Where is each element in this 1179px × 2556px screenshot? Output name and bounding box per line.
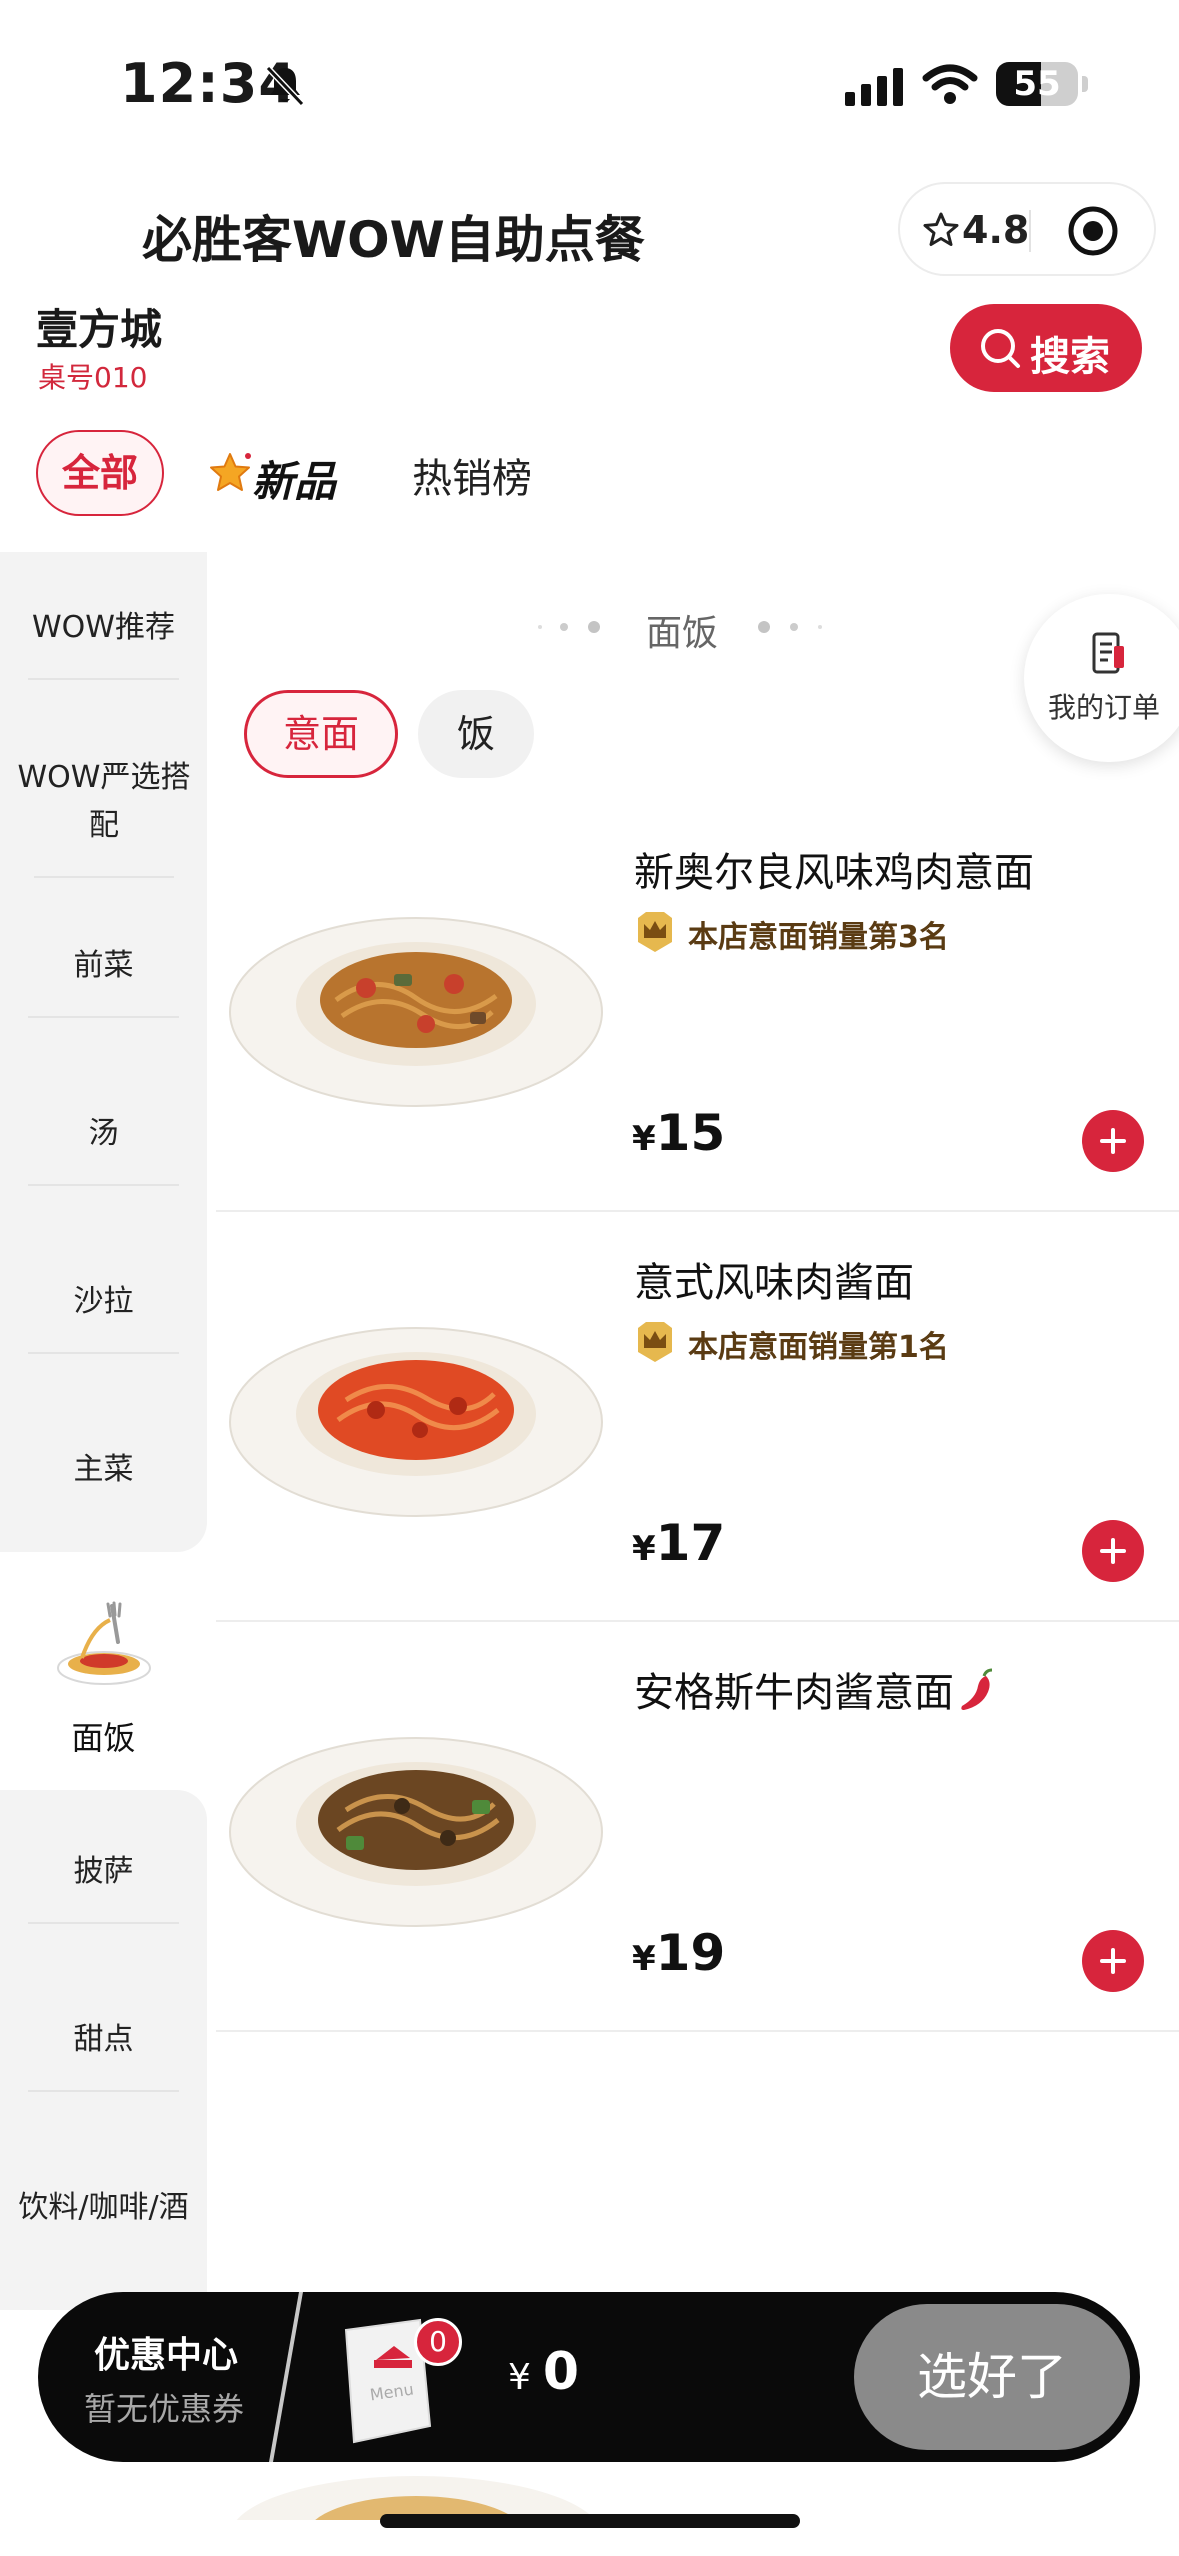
coupon-status: 暂无优惠券: [84, 2390, 245, 2428]
subcategory-chip-pasta[interactable]: 意面: [244, 690, 398, 778]
product-name: 新奥尔良风味鸡肉意面: [634, 850, 1034, 896]
cellular-signal-icon: [845, 68, 903, 106]
product-price: ¥17: [632, 1514, 725, 1572]
cart-total: ¥0: [508, 2342, 579, 2402]
cart-total-value: 0: [542, 2342, 580, 2402]
add-to-cart-button[interactable]: [1082, 1110, 1144, 1172]
sidebar-item-wow-recommend[interactable]: WOW推荐: [0, 604, 207, 680]
section-title: 面饭: [646, 613, 719, 654]
cart-bar: 优惠中心 暂无优惠券 Menu 0 ¥0 选好了: [38, 2292, 1140, 2462]
search-button[interactable]: 搜索: [950, 304, 1142, 392]
chili-pepper-icon: [961, 1668, 993, 1710]
price-value: 17: [655, 1514, 726, 1572]
cart-count-badge: 0: [414, 2318, 462, 2366]
product-list: ¥15 新奥尔良风味鸡肉意面 本店意面销量第3名 ¥15: [216, 820, 1179, 2520]
price-value: 19: [655, 1924, 726, 1982]
app-title: 必胜客WOW自助点餐: [142, 211, 645, 269]
capsule-divider: [1029, 210, 1031, 252]
table-number: 桌号010: [38, 361, 148, 394]
tab-bestseller[interactable]: 热销榜: [412, 446, 532, 504]
product-price: ¥19: [632, 1924, 725, 1982]
wifi-icon: [922, 64, 978, 104]
section-dots-right: [758, 621, 822, 633]
star-sparkle-icon: [210, 453, 251, 491]
product-price: ¥15: [632, 1104, 725, 1162]
checkout-button[interactable]: 选好了: [854, 2304, 1130, 2450]
product-name-text: 安格斯牛肉酱意面: [634, 1670, 954, 1716]
section-dots-left: [538, 621, 600, 633]
sidebar-item-appetizer[interactable]: 前菜: [0, 942, 207, 1018]
store-name: 壹方城: [36, 305, 163, 354]
battery-indicator: 55: [996, 62, 1078, 106]
category-sidebar-upper: [0, 552, 207, 1552]
sales-rank-label: 本店意面销量第1名: [688, 1330, 949, 1365]
rating-value: 4.8: [962, 208, 1030, 252]
product-card[interactable]: 意式风味肉酱面 本店意面销量第1名 ¥17: [216, 1214, 1179, 1622]
battery-level: 55: [1013, 64, 1061, 104]
my-order-button[interactable]: 我的订单: [1024, 594, 1179, 762]
add-to-cart-button[interactable]: [1082, 1520, 1144, 1582]
crown-icon: [638, 912, 672, 952]
order-receipt-icon: [1092, 632, 1124, 674]
pasta-plate-icon: [57, 1601, 151, 1685]
bell-mute-icon: [265, 65, 305, 107]
cart-currency: ¥: [508, 2357, 531, 2398]
pasta-image: [229, 1327, 603, 1517]
crown-icon: [638, 1322, 672, 1362]
subcategory-chip-rice[interactable]: 饭: [418, 690, 534, 778]
my-order-label: 我的订单: [1048, 691, 1161, 724]
pasta-image: [229, 1737, 603, 1927]
price-value: 15: [655, 1104, 726, 1162]
search-icon: [981, 329, 1020, 368]
pasta-image: [229, 917, 603, 1107]
tab-new-label: 新品: [252, 457, 337, 506]
currency-symbol: ¥: [632, 1529, 656, 1569]
currency-symbol: ¥: [632, 1119, 656, 1159]
cart-divider: [269, 2292, 303, 2462]
search-label: 搜索: [1030, 334, 1110, 380]
product-name: 意式风味肉酱面: [634, 1260, 914, 1306]
product-card[interactable]: 新奥尔良风味鸡肉意面 本店意面销量第3名 ¥15: [216, 820, 1179, 1212]
product-name: 安格斯牛肉酱意面: [634, 1660, 996, 1718]
tab-all[interactable]: 全部: [36, 430, 164, 516]
add-to-cart-button[interactable]: [1082, 1930, 1144, 1992]
close-target-icon[interactable]: [1066, 204, 1120, 258]
favorite-star-icon[interactable]: [922, 211, 960, 249]
sidebar-item-salad[interactable]: 沙拉: [0, 1278, 207, 1354]
sidebar-item-soup[interactable]: 汤: [0, 1110, 207, 1186]
sidebar-item-noodles-rice[interactable]: 面饭: [0, 1713, 207, 1759]
sidebar-item-dessert[interactable]: 甜点: [0, 2016, 207, 2092]
home-indicator[interactable]: [380, 2514, 800, 2528]
sidebar-item-wow-selection[interactable]: WOW严选搭配: [6, 754, 202, 878]
sales-rank-label: 本店意面销量第3名: [688, 920, 949, 955]
mini-program-capsule: 4.8: [898, 182, 1156, 276]
battery-cap: [1082, 76, 1088, 92]
sidebar-item-main[interactable]: 主菜: [0, 1446, 207, 1494]
sidebar-item-pizza[interactable]: 披萨: [0, 1848, 207, 1924]
currency-symbol: ¥: [632, 1939, 656, 1979]
status-bar: 12:34 55: [0, 0, 1179, 150]
sidebar-item-drinks[interactable]: 饮料/咖啡/酒: [0, 2184, 207, 2232]
coupon-center-title[interactable]: 优惠中心: [94, 2326, 238, 2378]
product-card[interactable]: 安格斯牛肉酱意面 ¥19: [216, 1624, 1179, 2032]
